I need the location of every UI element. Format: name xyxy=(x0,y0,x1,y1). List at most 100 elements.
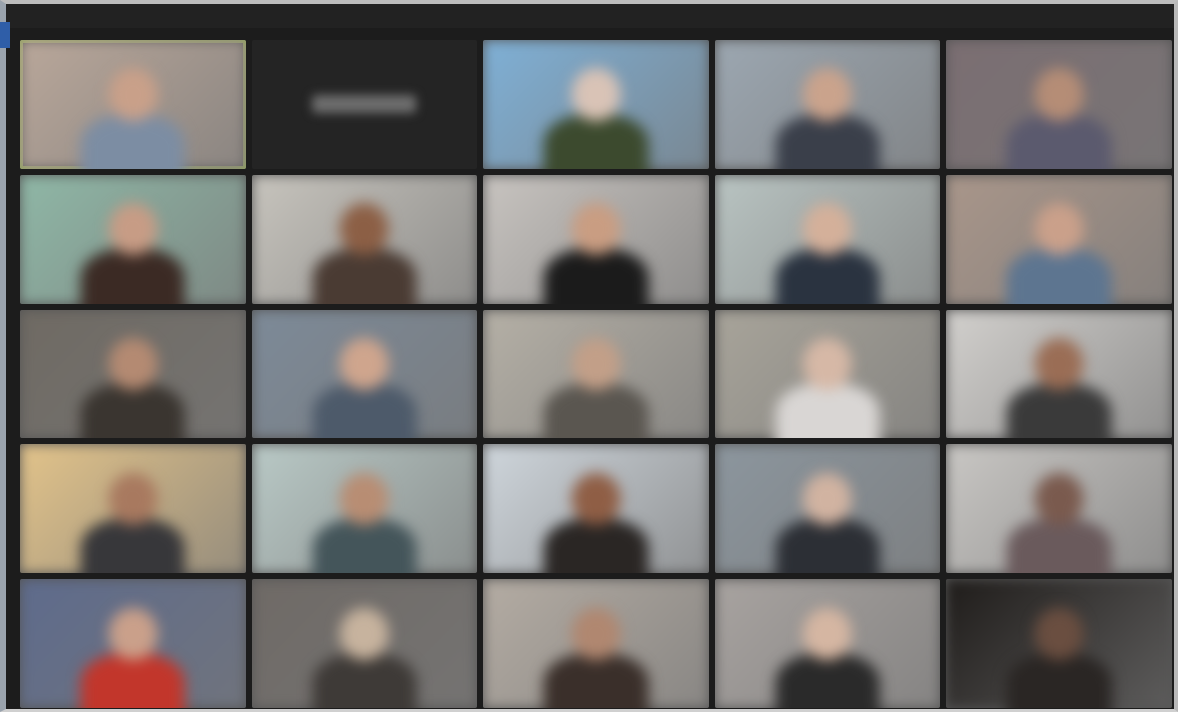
participant-tile[interactable] xyxy=(483,444,709,574)
participant-tile[interactable] xyxy=(251,40,478,169)
participant-video-feed xyxy=(312,607,417,708)
participant-tile[interactable] xyxy=(946,40,1172,169)
participant-head xyxy=(339,203,389,256)
participant-body xyxy=(1007,384,1112,439)
participant-head xyxy=(803,203,853,256)
participant-tile[interactable] xyxy=(20,579,246,708)
participant-body xyxy=(775,384,880,439)
participant-head xyxy=(108,607,158,660)
participant-tile[interactable] xyxy=(714,174,941,304)
participant-tile[interactable] xyxy=(251,174,478,304)
participant-head xyxy=(108,472,158,525)
participant-video-feed xyxy=(80,203,185,304)
participant-video-feed xyxy=(543,337,649,439)
participant-body xyxy=(1007,114,1112,169)
participant-head xyxy=(571,472,621,525)
participant-head xyxy=(1034,337,1084,391)
participant-body xyxy=(775,653,880,708)
participant-body xyxy=(312,249,417,304)
participant-tile[interactable] xyxy=(946,174,1172,304)
participant-head xyxy=(1034,68,1084,121)
participant-tile[interactable] xyxy=(714,40,941,169)
title-bar[interactable] xyxy=(6,4,1174,28)
participant-tile[interactable] xyxy=(483,174,709,304)
participant-video-feed xyxy=(775,472,880,574)
participant-body xyxy=(775,249,880,304)
participant-video-feed xyxy=(1007,337,1112,439)
participant-body xyxy=(312,653,417,708)
participant-video-feed xyxy=(312,203,417,304)
participant-head xyxy=(571,203,621,256)
participant-video-feed xyxy=(775,607,880,708)
participant-body xyxy=(543,518,649,574)
participant-tile[interactable] xyxy=(714,444,941,574)
participant-body xyxy=(80,384,185,439)
participant-body xyxy=(80,114,185,169)
participant-body xyxy=(80,518,185,574)
participant-head xyxy=(339,607,389,660)
participant-tile[interactable] xyxy=(251,579,478,708)
participant-video-feed xyxy=(1007,607,1112,708)
participant-video-feed xyxy=(80,68,185,169)
participant-head xyxy=(571,337,621,391)
participant-body xyxy=(543,653,649,708)
participant-video-feed xyxy=(543,68,649,169)
participant-head xyxy=(108,68,158,121)
participant-body xyxy=(775,114,880,169)
participant-head xyxy=(1034,203,1084,256)
participant-head xyxy=(108,203,158,256)
participant-video-feed xyxy=(312,337,417,439)
participant-video-feed xyxy=(543,472,649,574)
participant-video-feed xyxy=(543,203,649,304)
participant-body xyxy=(1007,249,1112,304)
participant-body xyxy=(1007,653,1112,708)
participant-body xyxy=(543,384,649,439)
participant-video-feed xyxy=(1007,472,1112,574)
participant-video-feed xyxy=(543,607,649,708)
participant-video-feed xyxy=(775,337,880,439)
participant-tile[interactable] xyxy=(946,444,1172,574)
participant-video-feed xyxy=(312,472,417,574)
participant-head xyxy=(1034,607,1084,660)
participant-tile[interactable] xyxy=(946,579,1172,708)
participant-tile[interactable] xyxy=(20,444,246,574)
participant-body xyxy=(1007,518,1112,574)
participant-head xyxy=(803,472,853,525)
participant-tile[interactable] xyxy=(483,309,709,439)
participant-tile[interactable] xyxy=(251,444,478,574)
participant-head xyxy=(803,607,853,660)
participant-body xyxy=(80,249,185,304)
participant-body xyxy=(80,653,185,708)
participant-video-feed xyxy=(775,68,880,169)
participant-video-feed xyxy=(1007,68,1112,169)
participant-video-feed xyxy=(775,203,880,304)
participant-tile[interactable] xyxy=(714,579,941,708)
participant-head xyxy=(108,337,158,391)
participant-tile[interactable] xyxy=(20,174,246,304)
participant-head xyxy=(339,472,389,525)
video-conference-window xyxy=(0,0,1178,712)
participant-body xyxy=(312,518,417,574)
participant-tile[interactable] xyxy=(714,309,941,439)
participant-tile-active-speaker[interactable] xyxy=(20,40,246,169)
participant-tile[interactable] xyxy=(483,579,709,708)
participant-tile[interactable] xyxy=(20,309,246,439)
participant-head xyxy=(339,337,389,391)
participant-head xyxy=(1034,472,1084,525)
participant-name-placeholder xyxy=(312,95,417,114)
participant-tile[interactable] xyxy=(483,40,709,169)
participant-head xyxy=(571,607,621,660)
window-accent xyxy=(0,22,10,48)
participant-body xyxy=(775,518,880,574)
participant-tile[interactable] xyxy=(946,309,1172,439)
participant-tile[interactable] xyxy=(251,309,478,439)
participant-body xyxy=(543,114,649,169)
participant-head xyxy=(803,337,853,391)
participant-video-feed xyxy=(80,607,185,708)
participant-head xyxy=(803,68,853,121)
participant-body xyxy=(312,384,417,439)
participant-video-feed xyxy=(80,337,185,439)
participant-body xyxy=(543,249,649,304)
participant-video-feed xyxy=(80,472,185,574)
participant-video-feed xyxy=(1007,203,1112,304)
